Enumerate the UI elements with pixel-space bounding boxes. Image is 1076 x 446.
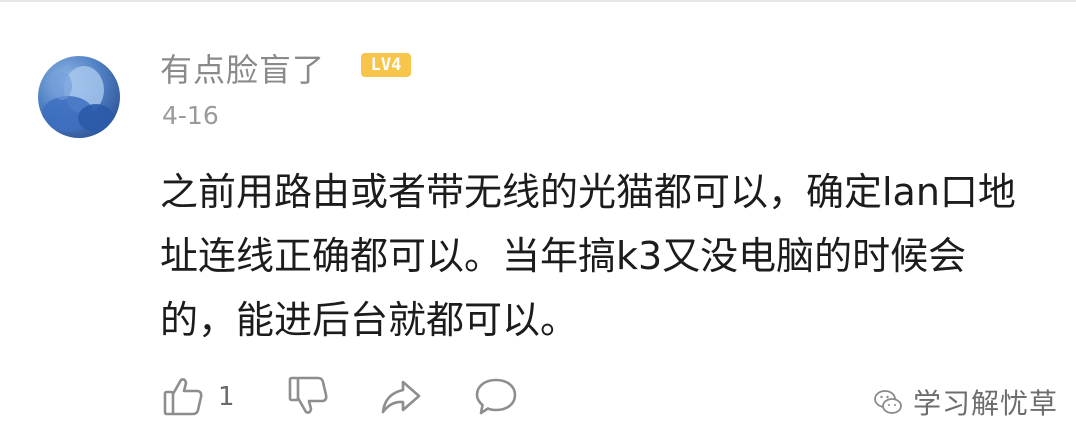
comment-date: 4-16 bbox=[162, 101, 219, 130]
avatar-image bbox=[42, 66, 114, 132]
thumbs-down-icon[interactable] bbox=[287, 374, 331, 422]
share-arrow-icon[interactable] bbox=[379, 374, 423, 422]
thumbs-up-icon[interactable] bbox=[162, 374, 206, 422]
watermark-text: 学习解忧草 bbox=[913, 387, 1059, 420]
comment-text: 之前用路由或者带无线的光猫都可以，确定lan口地址连线正确都可以。当年搞k3又没… bbox=[160, 170, 1016, 342]
avatar[interactable] bbox=[38, 56, 120, 138]
watermark: 学习解忧草 bbox=[873, 382, 1058, 422]
top-divider bbox=[0, 0, 1076, 2]
username[interactable]: 有点脸盲了 bbox=[160, 45, 325, 91]
level-badge: LV4 bbox=[361, 53, 411, 77]
chat-bubble-icon[interactable] bbox=[473, 374, 519, 422]
wechat-icon bbox=[874, 390, 902, 414]
like-count: 1 bbox=[218, 382, 235, 412]
